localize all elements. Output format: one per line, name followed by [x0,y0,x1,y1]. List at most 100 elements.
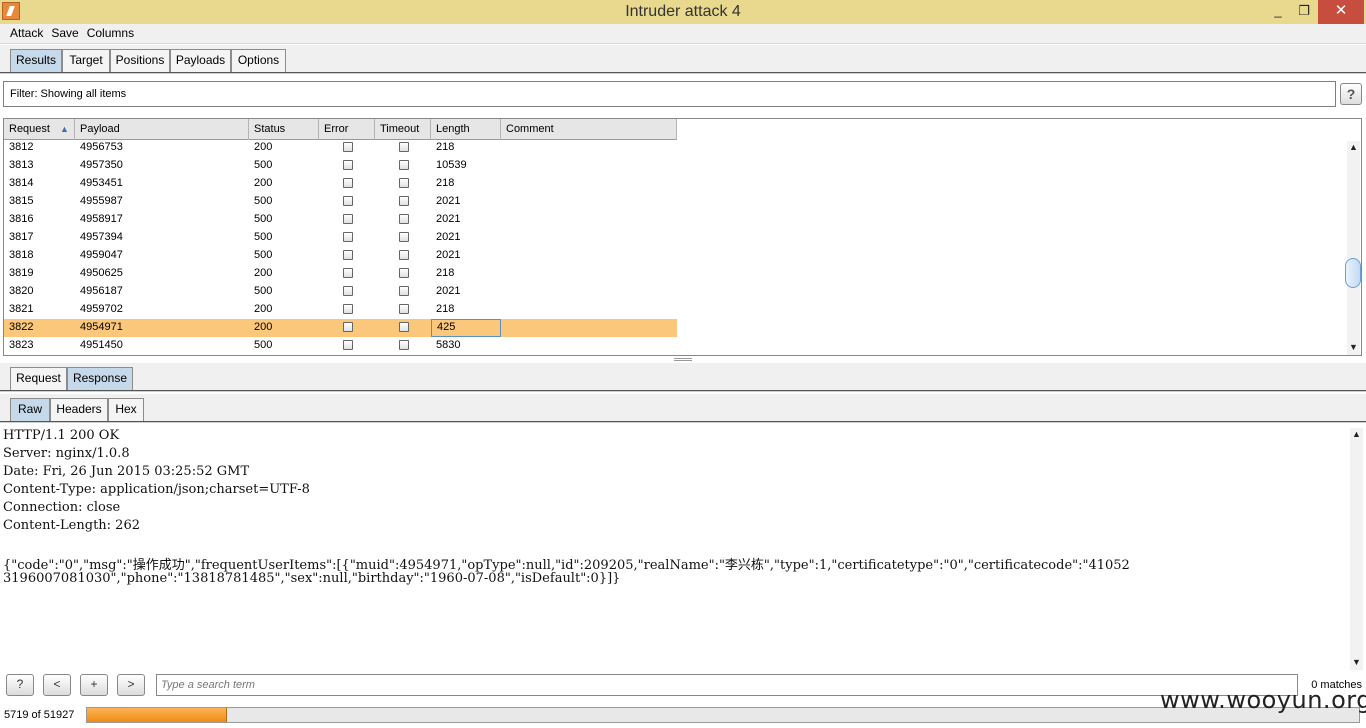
scroll-thumb[interactable] [1345,258,1361,288]
error-checkbox[interactable] [343,322,353,332]
col-header-request[interactable]: Request ▲ [4,119,75,140]
timeout-checkbox[interactable] [399,160,409,170]
tab-target[interactable]: Target [62,49,110,72]
tab-request[interactable]: Request [10,367,67,390]
view-tab-strip: Raw Headers Hex [0,394,1366,421]
timeout-checkbox[interactable] [399,250,409,260]
error-checkbox[interactable] [343,214,353,224]
error-checkbox[interactable] [343,250,353,260]
table-row[interactable]: 3821 4959702 200 218 [4,301,677,319]
timeout-checkbox[interactable] [399,142,409,152]
tab-options[interactable]: Options [231,49,286,72]
menu-save[interactable]: Save [47,24,82,43]
tab-response[interactable]: Response [67,367,133,390]
timeout-checkbox[interactable] [399,214,409,224]
cell-status: 500 [254,285,273,297]
cell-length: 218 [436,177,455,189]
response-line: Server: nginx/1.0.8 [3,446,130,461]
tab-positions[interactable]: Positions [110,49,170,72]
detail-tab-strip: Request Response [0,363,1366,390]
search-next-button[interactable]: > [117,674,145,696]
menu-columns[interactable]: Columns [83,24,138,43]
timeout-checkbox[interactable] [399,232,409,242]
main-tab-strip: Results Target Positions Payloads Option… [0,45,1366,72]
error-checkbox[interactable] [343,178,353,188]
maximize-icon[interactable]: ❐ [1290,0,1318,24]
scroll-up-icon[interactable]: ▲ [1350,428,1363,441]
search-prev-button[interactable]: < [43,674,71,696]
col-header-timeout[interactable]: Timeout [375,119,431,140]
col-header-payload[interactable]: Payload [75,119,249,140]
cell-length: 2021 [436,249,461,261]
cell-request: 3818 [9,249,34,261]
search-help-button[interactable]: ? [6,674,34,696]
scroll-down-icon[interactable]: ▼ [1347,341,1360,354]
table-row[interactable]: 3818 4959047 500 2021 [4,247,677,265]
menu-attack[interactable]: Attack [0,24,47,43]
error-checkbox[interactable] [343,340,353,350]
minimize-icon[interactable]: _ [1264,0,1292,24]
tab-raw[interactable]: Raw [10,398,50,421]
timeout-checkbox[interactable] [399,178,409,188]
filter-bar[interactable]: Filter: Showing all items [3,81,1336,107]
sort-ascending-icon: ▲ [60,124,69,134]
timeout-checkbox[interactable] [399,196,409,206]
cell-payload: 4956753 [80,141,123,153]
search-input[interactable] [156,674,1298,696]
error-checkbox[interactable] [343,160,353,170]
scroll-down-icon[interactable]: ▼ [1350,656,1363,669]
cell-request: 3822 [9,321,34,333]
timeout-checkbox[interactable] [399,340,409,350]
col-header-error[interactable]: Error [319,119,375,140]
response-line: Content-Type: application/json;charset=U… [3,482,310,497]
error-checkbox[interactable] [343,304,353,314]
cell-payload: 4955987 [80,195,123,207]
table-body: 3812 4956753 200 218 3813 4957350 500 10539 3814… [4,139,677,355]
timeout-checkbox[interactable] [399,322,409,332]
tab-hex[interactable]: Hex [108,398,144,421]
scroll-up-icon[interactable]: ▲ [1347,141,1360,154]
search-add-button[interactable]: + [80,674,108,696]
cell-status: 200 [254,267,273,279]
watermark: www.wooyun.org [1160,686,1366,714]
timeout-checkbox[interactable] [399,286,409,296]
table-row[interactable]: 3823 4951450 500 5830 [4,337,677,355]
table-row[interactable]: 3819 4950625 200 218 [4,265,677,283]
table-header: Request ▲ Payload Status Error Timeout Le… [4,119,677,140]
table-row[interactable]: 3814 4953451 200 218 [4,175,677,193]
table-row[interactable]: 3816 4958917 500 2021 [4,211,677,229]
timeout-checkbox[interactable] [399,268,409,278]
tab-headers[interactable]: Headers [50,398,108,421]
error-checkbox[interactable] [343,142,353,152]
timeout-checkbox[interactable] [399,304,409,314]
filter-help-button[interactable]: ? [1340,83,1362,105]
response-raw-text[interactable]: HTTP/1.1 200 OK Server: nginx/1.0.8 Date… [0,428,1350,670]
cell-request: 3815 [9,195,34,207]
error-checkbox[interactable] [343,196,353,206]
response-scrollbar[interactable]: ▲ ▼ [1350,428,1363,670]
tab-results[interactable]: Results [10,49,62,72]
error-checkbox[interactable] [343,286,353,296]
col-header-comment[interactable]: Comment [501,119,677,140]
table-row[interactable]: 3812 4956753 200 218 [4,139,677,157]
cell-request: 3817 [9,231,34,243]
cell-request: 3823 [9,339,34,351]
col-header-status[interactable]: Status [249,119,319,140]
cell-payload: 4958917 [80,213,123,225]
split-pane-handle[interactable] [674,358,692,361]
col-header-length[interactable]: Length [431,119,501,140]
error-checkbox[interactable] [343,268,353,278]
cell-request: 3812 [9,141,34,153]
error-checkbox[interactable] [343,232,353,242]
table-row[interactable]: 3822 4954971 200 425 [4,319,677,337]
results-scrollbar[interactable]: ▲ ▼ [1347,141,1360,355]
cell-payload: 4951450 [80,339,123,351]
table-row[interactable]: 3813 4957350 500 10539 [4,157,677,175]
table-row[interactable]: 3820 4956187 500 2021 [4,283,677,301]
tab-payloads[interactable]: Payloads [170,49,231,72]
cell-status: 500 [254,159,273,171]
table-row[interactable]: 3817 4957394 500 2021 [4,229,677,247]
table-row[interactable]: 3815 4955987 500 2021 [4,193,677,211]
cell-status: 200 [254,141,273,153]
close-icon[interactable]: ✕ [1318,0,1364,24]
